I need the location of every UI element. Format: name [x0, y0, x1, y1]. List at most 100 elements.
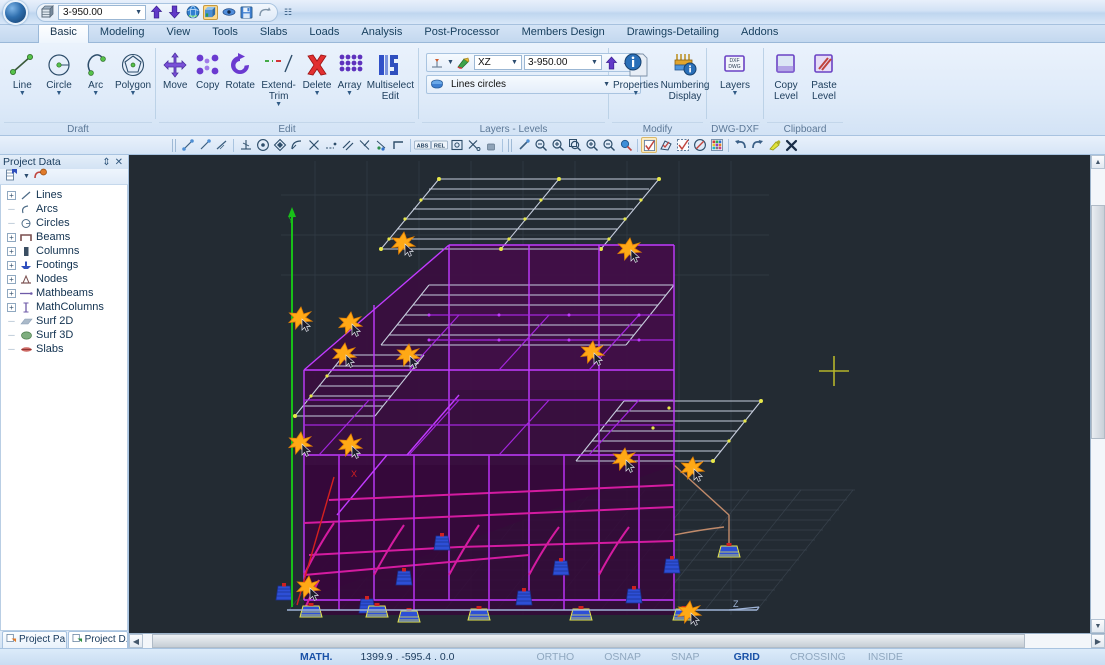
tab-addons[interactable]: Addons — [730, 24, 789, 42]
chevron-down-icon[interactable]: ▼ — [346, 90, 353, 97]
snap-parallel-icon[interactable] — [339, 137, 356, 154]
multiselect-edit-button[interactable]: Multiselect Edit — [366, 48, 415, 102]
tab-project-data[interactable]: Project D... — [67, 631, 128, 648]
layer-combo[interactable]: Lines circles ▼ — [448, 77, 613, 92]
snap-nearest-icon[interactable] — [322, 137, 339, 154]
toolbar-grip[interactable] — [172, 138, 177, 152]
chevron-down-icon[interactable]: ▼ — [92, 90, 99, 97]
plane-combo[interactable]: XZ ▼ — [473, 55, 522, 70]
level-pick-icon[interactable] — [429, 55, 445, 70]
tree-item-columns[interactable]: + Columns — [1, 244, 127, 258]
project-tree[interactable]: + Lines ─ Arcs ─ Circles + Beams + Colum… — [0, 185, 128, 631]
tab-project-parameters[interactable]: Project Pa... — [2, 631, 67, 648]
scroll-up-button[interactable]: ▲ — [1091, 155, 1105, 169]
chevron-down-icon[interactable]: ▼ — [56, 90, 63, 97]
tab-members-design[interactable]: Members Design — [511, 24, 616, 42]
horizontal-scroll-thumb[interactable] — [152, 634, 1025, 648]
chevron-down-icon[interactable]: ▼ — [589, 59, 600, 66]
array-button[interactable]: Array ▼ — [333, 48, 365, 97]
zoom-out-icon[interactable] — [532, 137, 549, 154]
redo-icon[interactable] — [749, 137, 766, 154]
chevron-down-icon[interactable]: ▼ — [732, 90, 739, 97]
entity-dropdown-caret[interactable]: ▼ — [23, 173, 30, 180]
layer-paint-icon[interactable] — [456, 55, 472, 70]
delete-button[interactable]: Delete ▼ — [301, 48, 333, 97]
abs-coordinates-icon[interactable]: ABS — [414, 137, 431, 154]
snap-insert-icon[interactable] — [373, 137, 390, 154]
clean-brush-icon[interactable] — [766, 137, 783, 154]
draw-measure-icon[interactable] — [213, 137, 230, 154]
tab-post-processor[interactable]: Post-Processor — [413, 24, 510, 42]
refresh-entity-icon[interactable] — [33, 168, 48, 185]
status-grid[interactable]: GRID — [706, 651, 766, 663]
snap-apparent-intersection-icon[interactable] — [356, 137, 373, 154]
save-icon[interactable] — [239, 5, 254, 20]
snap-perpendicular-icon[interactable] — [237, 137, 254, 154]
select-polygon-icon[interactable] — [657, 137, 674, 154]
layer-select-icon[interactable] — [429, 77, 445, 92]
tree-item-circles[interactable]: ─ Circles — [1, 216, 127, 230]
model-icon[interactable] — [40, 4, 55, 20]
ortho-toggle-icon[interactable] — [448, 137, 465, 154]
snap-quadrant-icon[interactable] — [288, 137, 305, 154]
tree-item-lines[interactable]: + Lines — [1, 188, 127, 202]
vertical-scroll-track[interactable] — [1091, 169, 1105, 619]
chevron-down-icon[interactable]: ▼ — [275, 101, 282, 108]
level-up-icon[interactable] — [149, 5, 164, 20]
chevron-down-icon[interactable]: ▼ — [135, 9, 143, 16]
copy-button[interactable]: Copy — [191, 48, 223, 91]
level-combo[interactable]: 3-950.00 ▼ — [523, 55, 602, 70]
move-button[interactable]: Move — [159, 48, 191, 91]
pin-icon[interactable]: ⇕ — [100, 157, 112, 168]
level-down-icon[interactable] — [167, 5, 182, 20]
new-entity-icon[interactable] — [5, 168, 20, 185]
status-snap[interactable]: SNAP — [647, 651, 706, 663]
viewport-vertical-scrollbar[interactable]: ▲ ▼ — [1090, 155, 1105, 633]
expand-icon[interactable]: + — [7, 302, 16, 312]
close-x-icon[interactable] — [783, 137, 800, 154]
lock-icon[interactable] — [482, 137, 499, 154]
toolbar-grip[interactable] — [508, 138, 513, 152]
status-inside[interactable]: INSIDE — [852, 651, 909, 663]
tree-item-mathbeams[interactable]: + Mathbeams — [1, 286, 127, 300]
snap-off-icon[interactable] — [465, 137, 482, 154]
chevron-down-icon[interactable]: ▼ — [19, 90, 26, 97]
draw-polyline-icon[interactable] — [196, 137, 213, 154]
tree-item-slabs[interactable]: ─ Slabs — [1, 342, 127, 356]
chevron-down-icon[interactable]: ▼ — [447, 59, 454, 66]
zoom-in-icon[interactable] — [549, 137, 566, 154]
globe-view-icon[interactable] — [185, 5, 200, 20]
undo-icon[interactable] — [732, 137, 749, 154]
paste-level-button[interactable]: Paste Level — [805, 48, 843, 102]
tab-slabs[interactable]: Slabs — [249, 24, 299, 42]
select-check-icon[interactable] — [641, 137, 657, 153]
close-icon[interactable]: ✕ — [113, 157, 125, 168]
snap-center-icon[interactable] — [254, 137, 271, 154]
zoom-previous-icon[interactable] — [600, 137, 617, 154]
status-crossing[interactable]: CROSSING — [766, 651, 852, 663]
expand-icon[interactable]: + — [7, 190, 16, 200]
scroll-right-button[interactable]: ▶ — [1091, 634, 1105, 648]
scroll-down-button[interactable]: ▼ — [1091, 619, 1105, 633]
properties-button[interactable]: Properties ▼ — [612, 48, 660, 97]
tree-item-mathcolumns[interactable]: + MathColumns — [1, 300, 127, 314]
circle-button[interactable]: Circle ▼ — [41, 48, 78, 97]
color-palette-icon[interactable] — [708, 137, 725, 154]
status-osnap[interactable]: OSNAP — [580, 651, 647, 663]
eye-visibility-icon[interactable] — [221, 5, 236, 20]
expand-icon[interactable]: + — [7, 246, 16, 256]
rotate-button[interactable]: Rotate — [224, 48, 256, 91]
tree-item-surf-3d[interactable]: ─ Surf 3D — [1, 328, 127, 342]
copy-level-button[interactable]: Copy Level — [767, 48, 805, 102]
scroll-left-button[interactable]: ◀ — [129, 634, 143, 648]
pan-icon[interactable] — [515, 137, 532, 154]
chevron-down-icon[interactable]: ▼ — [314, 90, 321, 97]
tree-item-footings[interactable]: + Footings — [1, 258, 127, 272]
qat-more-icon[interactable]: ☷ — [284, 7, 292, 18]
dwg-layers-button[interactable]: DXF DWG Layers ▼ — [710, 48, 760, 97]
tree-item-nodes[interactable]: + Nodes — [1, 272, 127, 286]
numbering-display-button[interactable]: Numbering Display — [660, 48, 711, 102]
active-level-combo[interactable]: 3-950.00 ▼ — [58, 4, 146, 20]
tab-view[interactable]: View — [156, 24, 202, 42]
tab-tools[interactable]: Tools — [201, 24, 249, 42]
